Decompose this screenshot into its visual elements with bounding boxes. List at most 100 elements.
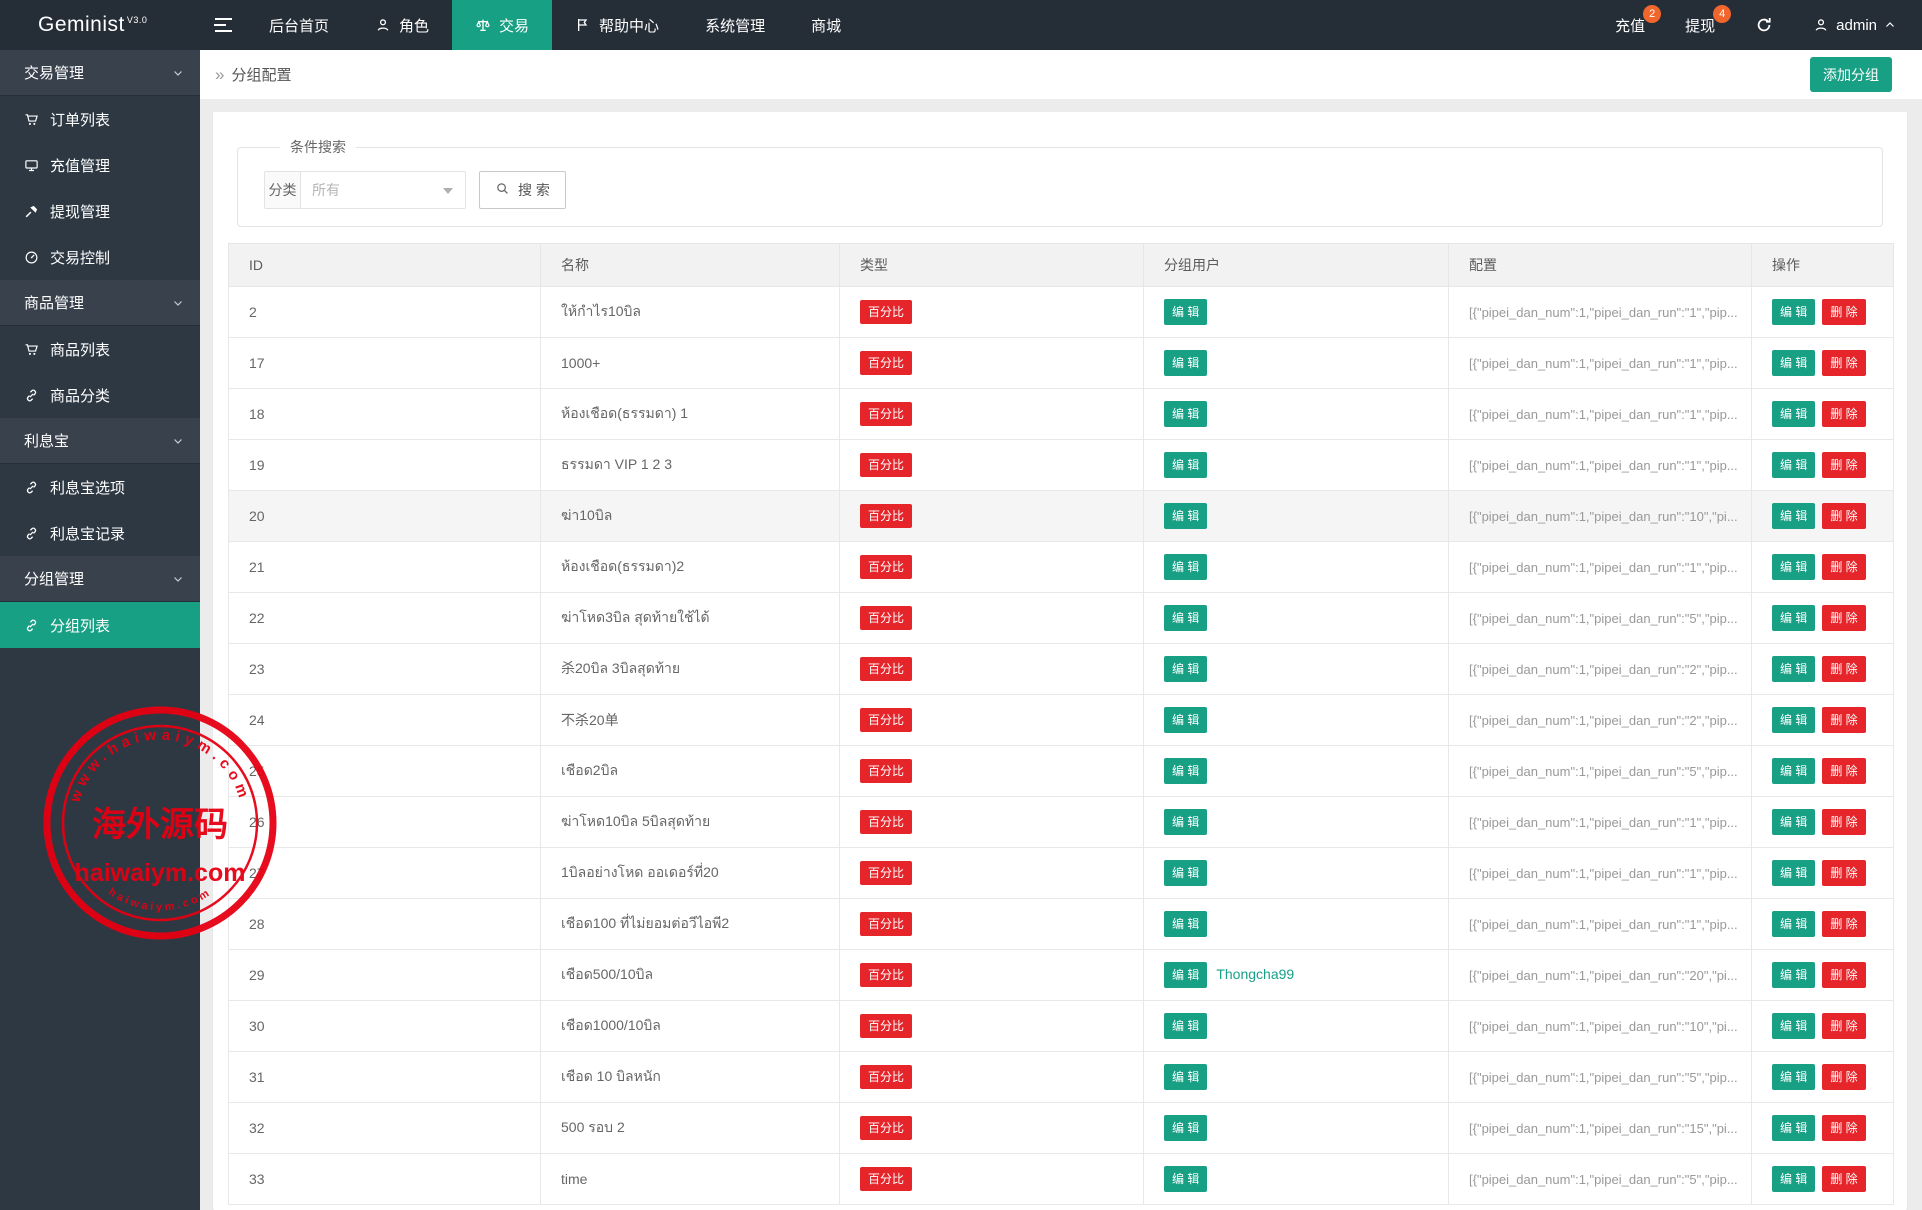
row-delete-button[interactable]: 删 除 [1822,350,1865,376]
sidebar-section-lixibao[interactable]: 利息宝 [0,418,200,464]
sidebar-section-group-manage[interactable]: 分组管理 [0,556,200,602]
admin-menu[interactable]: admin [1793,0,1922,50]
row-delete-button[interactable]: 删 除 [1822,1115,1865,1141]
sidebar-item-goods-list[interactable]: 商品列表 [0,326,200,372]
row-delete-button[interactable]: 删 除 [1822,707,1865,733]
group-user-edit-button[interactable]: 编 辑 [1164,1013,1207,1039]
row-delete-button[interactable]: 删 除 [1822,299,1865,325]
group-user-edit-button[interactable]: 编 辑 [1164,1115,1207,1141]
row-delete-button[interactable]: 删 除 [1822,809,1865,835]
group-user-edit-button[interactable]: 编 辑 [1164,809,1207,835]
cell-ops: 编 辑删 除 [1752,338,1894,389]
topnav-item-trade[interactable]: 交易 [452,0,552,50]
sidebar-item-recharge-manage[interactable]: 充值管理 [0,142,200,188]
sidebar-item-goods-category[interactable]: 商品分类 [0,372,200,418]
sidebar-item-order-list[interactable]: 订单列表 [0,96,200,142]
flag-icon [575,17,591,33]
row-edit-button[interactable]: 编 辑 [1772,962,1815,988]
sidebar-item-group-list[interactable]: 分组列表 [0,602,200,648]
row-edit-button[interactable]: 编 辑 [1772,1115,1815,1141]
sidebar-item-withdraw-manage[interactable]: 提现管理 [0,188,200,234]
cell-type: 百分比 [840,338,1144,389]
group-user-edit-button[interactable]: 编 辑 [1164,1166,1207,1192]
cell-type: 百分比 [840,1103,1144,1154]
cell-name: 杀20บิล 3บิลสุดท้าย [541,644,840,695]
row-delete-button[interactable]: 删 除 [1822,911,1865,937]
row-delete-button[interactable]: 删 除 [1822,401,1865,427]
group-user-edit-button[interactable]: 编 辑 [1164,554,1207,580]
row-delete-button[interactable]: 删 除 [1822,860,1865,886]
row-edit-button[interactable]: 编 辑 [1772,1064,1815,1090]
topnav-item-role[interactable]: 角色 [352,0,452,50]
row-delete-button[interactable]: 删 除 [1822,656,1865,682]
row-edit-button[interactable]: 编 辑 [1772,503,1815,529]
search-button[interactable]: 搜 索 [479,171,566,209]
breadcrumb-separator-icon: » [215,65,224,85]
row-edit-button[interactable]: 编 辑 [1772,350,1815,376]
row-delete-button[interactable]: 删 除 [1822,605,1865,631]
table-row: 21ห้องเชือด(ธรรมดา)2百分比编 辑[{"pipei_dan_n… [229,542,1894,593]
refresh-button[interactable] [1735,0,1793,50]
row-delete-button[interactable]: 删 除 [1822,758,1865,784]
sidebar-item-label: 提现管理 [50,201,110,222]
sidebar-item-lixibao-options[interactable]: 利息宝选项 [0,464,200,510]
row-edit-button[interactable]: 编 辑 [1772,809,1815,835]
topnav-item-home[interactable]: 后台首页 [246,0,352,50]
sidebar-section-trade-manage[interactable]: 交易管理 [0,50,200,96]
config-text: [{"pipei_dan_num":1,"pipei_dan_run":"15"… [1469,1121,1738,1136]
sidebar-item-lixibao-records[interactable]: 利息宝记录 [0,510,200,556]
group-user-edit-button[interactable]: 编 辑 [1164,299,1207,325]
add-group-button[interactable]: 添加分组 [1810,57,1892,92]
group-user-edit-button[interactable]: 编 辑 [1164,452,1207,478]
row-edit-button[interactable]: 编 辑 [1772,299,1815,325]
menu-toggle-icon[interactable] [200,0,246,50]
group-user-edit-button[interactable]: 编 辑 [1164,707,1207,733]
group-user-edit-button[interactable]: 编 辑 [1164,911,1207,937]
row-edit-button[interactable]: 编 辑 [1772,860,1815,886]
row-edit-button[interactable]: 编 辑 [1772,1013,1815,1039]
row-delete-button[interactable]: 删 除 [1822,554,1865,580]
cell-id: 20 [229,491,541,542]
group-user-edit-button[interactable]: 编 辑 [1164,962,1207,988]
cell-config: [{"pipei_dan_num":1,"pipei_dan_run":"15"… [1449,1103,1752,1154]
group-user-edit-button[interactable]: 编 辑 [1164,656,1207,682]
row-edit-button[interactable]: 编 辑 [1772,758,1815,784]
topnav-item-help-center[interactable]: 帮助中心 [552,0,682,50]
row-delete-button[interactable]: 删 除 [1822,1013,1865,1039]
row-delete-button[interactable]: 删 除 [1822,1166,1865,1192]
row-edit-button[interactable]: 编 辑 [1772,452,1815,478]
row-edit-button[interactable]: 编 辑 [1772,401,1815,427]
recharge-nav-button[interactable]: 充值 2 [1595,0,1665,50]
cell-id: 33 [229,1154,541,1205]
main-content: 条件搜索 分类 所有 搜 索 [200,99,1922,1210]
row-delete-button[interactable]: 删 除 [1822,1064,1865,1090]
topnav-item-mall[interactable]: 商城 [788,0,864,50]
type-badge: 百分比 [860,708,912,732]
cell-group-user: 编 辑 [1144,695,1449,746]
row-edit-button[interactable]: 编 辑 [1772,656,1815,682]
group-user-edit-button[interactable]: 编 辑 [1164,758,1207,784]
sidebar-item-trade-control[interactable]: 交易控制 [0,234,200,280]
row-delete-button[interactable]: 删 除 [1822,962,1865,988]
group-user-edit-button[interactable]: 编 辑 [1164,401,1207,427]
row-edit-button[interactable]: 编 辑 [1772,605,1815,631]
cell-group-user: 编 辑 [1144,440,1449,491]
group-user-edit-button[interactable]: 编 辑 [1164,1064,1207,1090]
group-user-edit-button[interactable]: 编 辑 [1164,503,1207,529]
topnav-item-system-manage[interactable]: 系统管理 [682,0,788,50]
row-edit-button[interactable]: 编 辑 [1772,911,1815,937]
sidebar-section-goods-manage[interactable]: 商品管理 [0,280,200,326]
cell-name: เชือด1000/10บิล [541,1001,840,1052]
group-user-edit-button[interactable]: 编 辑 [1164,605,1207,631]
topnav-item-label: 帮助中心 [599,15,659,36]
row-edit-button[interactable]: 编 辑 [1772,1166,1815,1192]
row-edit-button[interactable]: 编 辑 [1772,707,1815,733]
row-delete-button[interactable]: 删 除 [1822,503,1865,529]
category-select[interactable]: 所有 [301,172,465,208]
row-delete-button[interactable]: 删 除 [1822,452,1865,478]
group-user-edit-button[interactable]: 编 辑 [1164,350,1207,376]
row-edit-button[interactable]: 编 辑 [1772,554,1815,580]
withdraw-nav-button[interactable]: 提现 4 [1665,0,1735,50]
group-user-edit-button[interactable]: 编 辑 [1164,860,1207,886]
group-user-link[interactable]: Thongcha99 [1216,966,1294,982]
